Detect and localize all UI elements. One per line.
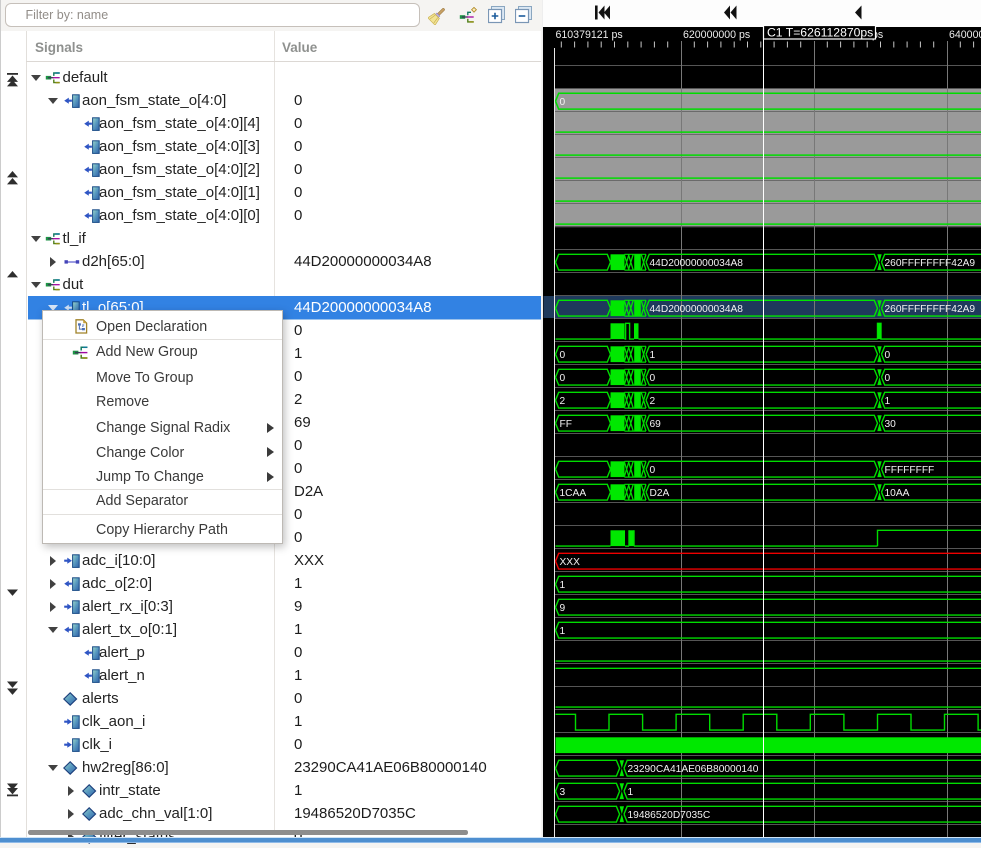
svg-text:1: 1 — [560, 580, 566, 591]
svg-text:C1 T=626112870ps: C1 T=626112870ps — [767, 25, 873, 39]
svg-text:0: 0 — [560, 97, 566, 108]
svg-text:FFFFFFFF: FFFFFFFF — [885, 465, 935, 476]
svg-text:620000000 ps: 620000000 ps — [683, 29, 750, 41]
svg-text:69: 69 — [650, 419, 662, 430]
svg-text:D2A: D2A — [650, 488, 670, 499]
svg-text:23290CA41AE06B80000140: 23290CA41AE06B80000140 — [628, 764, 759, 775]
svg-text:3: 3 — [560, 787, 566, 798]
svg-text:XXX: XXX — [560, 557, 581, 568]
svg-text:2: 2 — [560, 396, 566, 407]
svg-text:1: 1 — [560, 626, 566, 637]
svg-text:260FFFFFFFF42A9: 260FFFFFFFF42A9 — [885, 304, 976, 315]
svg-text:610379121 ps: 610379121 ps — [556, 29, 623, 41]
svg-text:640000000 ps: 640000000 ps — [949, 29, 981, 41]
svg-text:44D20000000034A8: 44D20000000034A8 — [650, 258, 744, 269]
svg-text:0: 0 — [650, 373, 656, 384]
svg-text:260FFFFFFFF42A9: 260FFFFFFFF42A9 — [885, 258, 976, 269]
svg-text:1: 1 — [650, 350, 656, 361]
svg-text:0: 0 — [560, 350, 566, 361]
svg-text:0: 0 — [650, 465, 656, 476]
svg-text:44D20000000034A8: 44D20000000034A8 — [650, 304, 744, 315]
svg-text:0: 0 — [560, 373, 566, 384]
svg-text:1: 1 — [628, 787, 634, 798]
svg-text:1CAA: 1CAA — [560, 488, 587, 499]
svg-text:0: 0 — [885, 350, 891, 361]
svg-text:2: 2 — [650, 396, 656, 407]
svg-text:10AA: 10AA — [885, 488, 910, 499]
svg-text:9: 9 — [560, 603, 566, 614]
svg-text:0: 0 — [885, 373, 891, 384]
svg-text:FF: FF — [560, 419, 572, 430]
svg-text:1: 1 — [885, 396, 891, 407]
svg-text:30: 30 — [885, 419, 897, 430]
svg-text:19486520D7035C: 19486520D7035C — [628, 810, 711, 821]
